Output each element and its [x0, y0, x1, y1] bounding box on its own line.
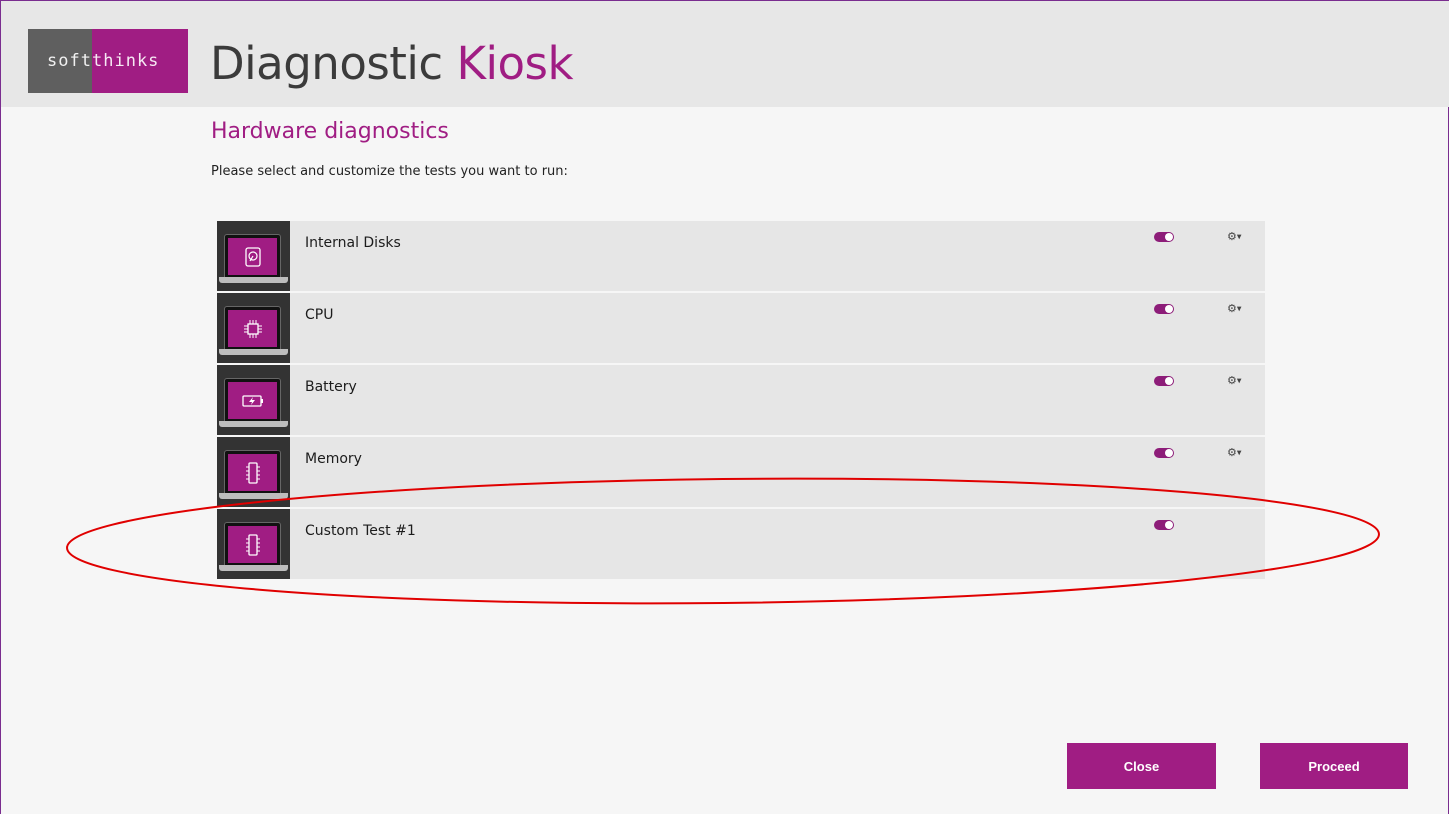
laptop-thumbnail — [217, 509, 290, 579]
settings-gear-icon[interactable]: ⚙▼ — [1227, 446, 1242, 459]
test-label: Internal Disks — [305, 235, 401, 251]
enable-toggle[interactable] — [1154, 304, 1174, 314]
test-row-memory[interactable]: Memory ⚙▼ — [217, 437, 1265, 507]
test-row-custom-test-1[interactable]: Custom Test #1 — [217, 509, 1265, 579]
instruction-text: Please select and customize the tests yo… — [211, 164, 568, 179]
enable-toggle[interactable] — [1154, 520, 1174, 530]
laptop-thumbnail — [217, 221, 290, 291]
test-label: CPU — [305, 307, 334, 323]
hard-disk-icon — [244, 246, 261, 267]
enable-toggle[interactable] — [1154, 376, 1174, 386]
app-title-main: Diagnostic — [210, 37, 443, 90]
test-label: Battery — [305, 379, 357, 395]
logo-thinks: thinks — [92, 29, 188, 93]
test-list: Internal Disks ⚙▼ CPU ⚙▼ Battery ⚙▼ Memo… — [217, 221, 1265, 581]
test-row-battery[interactable]: Battery ⚙▼ — [217, 365, 1265, 435]
cpu-chip-icon — [243, 319, 262, 338]
test-row-cpu[interactable]: CPU ⚙▼ — [217, 293, 1265, 363]
enable-toggle[interactable] — [1154, 232, 1174, 242]
logo-soft: soft — [28, 29, 92, 93]
app-header: soft thinks Diagnostic Kiosk — [1, 1, 1449, 107]
test-label: Memory — [305, 451, 362, 467]
close-button[interactable]: Close — [1067, 743, 1216, 789]
memory-module-icon — [245, 461, 260, 484]
settings-gear-icon[interactable]: ⚙▼ — [1227, 302, 1242, 315]
softthinks-logo: soft thinks — [28, 29, 188, 93]
laptop-thumbnail — [217, 293, 290, 363]
laptop-thumbnail — [217, 437, 290, 507]
proceed-button[interactable]: Proceed — [1260, 743, 1408, 789]
battery-icon — [241, 394, 263, 407]
laptop-thumbnail — [217, 365, 290, 435]
test-row-internal-disks[interactable]: Internal Disks ⚙▼ — [217, 221, 1265, 291]
memory-module-icon — [245, 533, 260, 556]
app-title-accent: Kiosk — [456, 37, 574, 90]
test-label: Custom Test #1 — [305, 523, 416, 539]
page-title: Hardware diagnostics — [211, 119, 449, 144]
settings-gear-icon[interactable]: ⚙▼ — [1227, 374, 1242, 387]
settings-gear-icon[interactable]: ⚙▼ — [1227, 230, 1242, 243]
enable-toggle[interactable] — [1154, 448, 1174, 458]
app-title: Diagnostic Kiosk — [210, 37, 574, 90]
